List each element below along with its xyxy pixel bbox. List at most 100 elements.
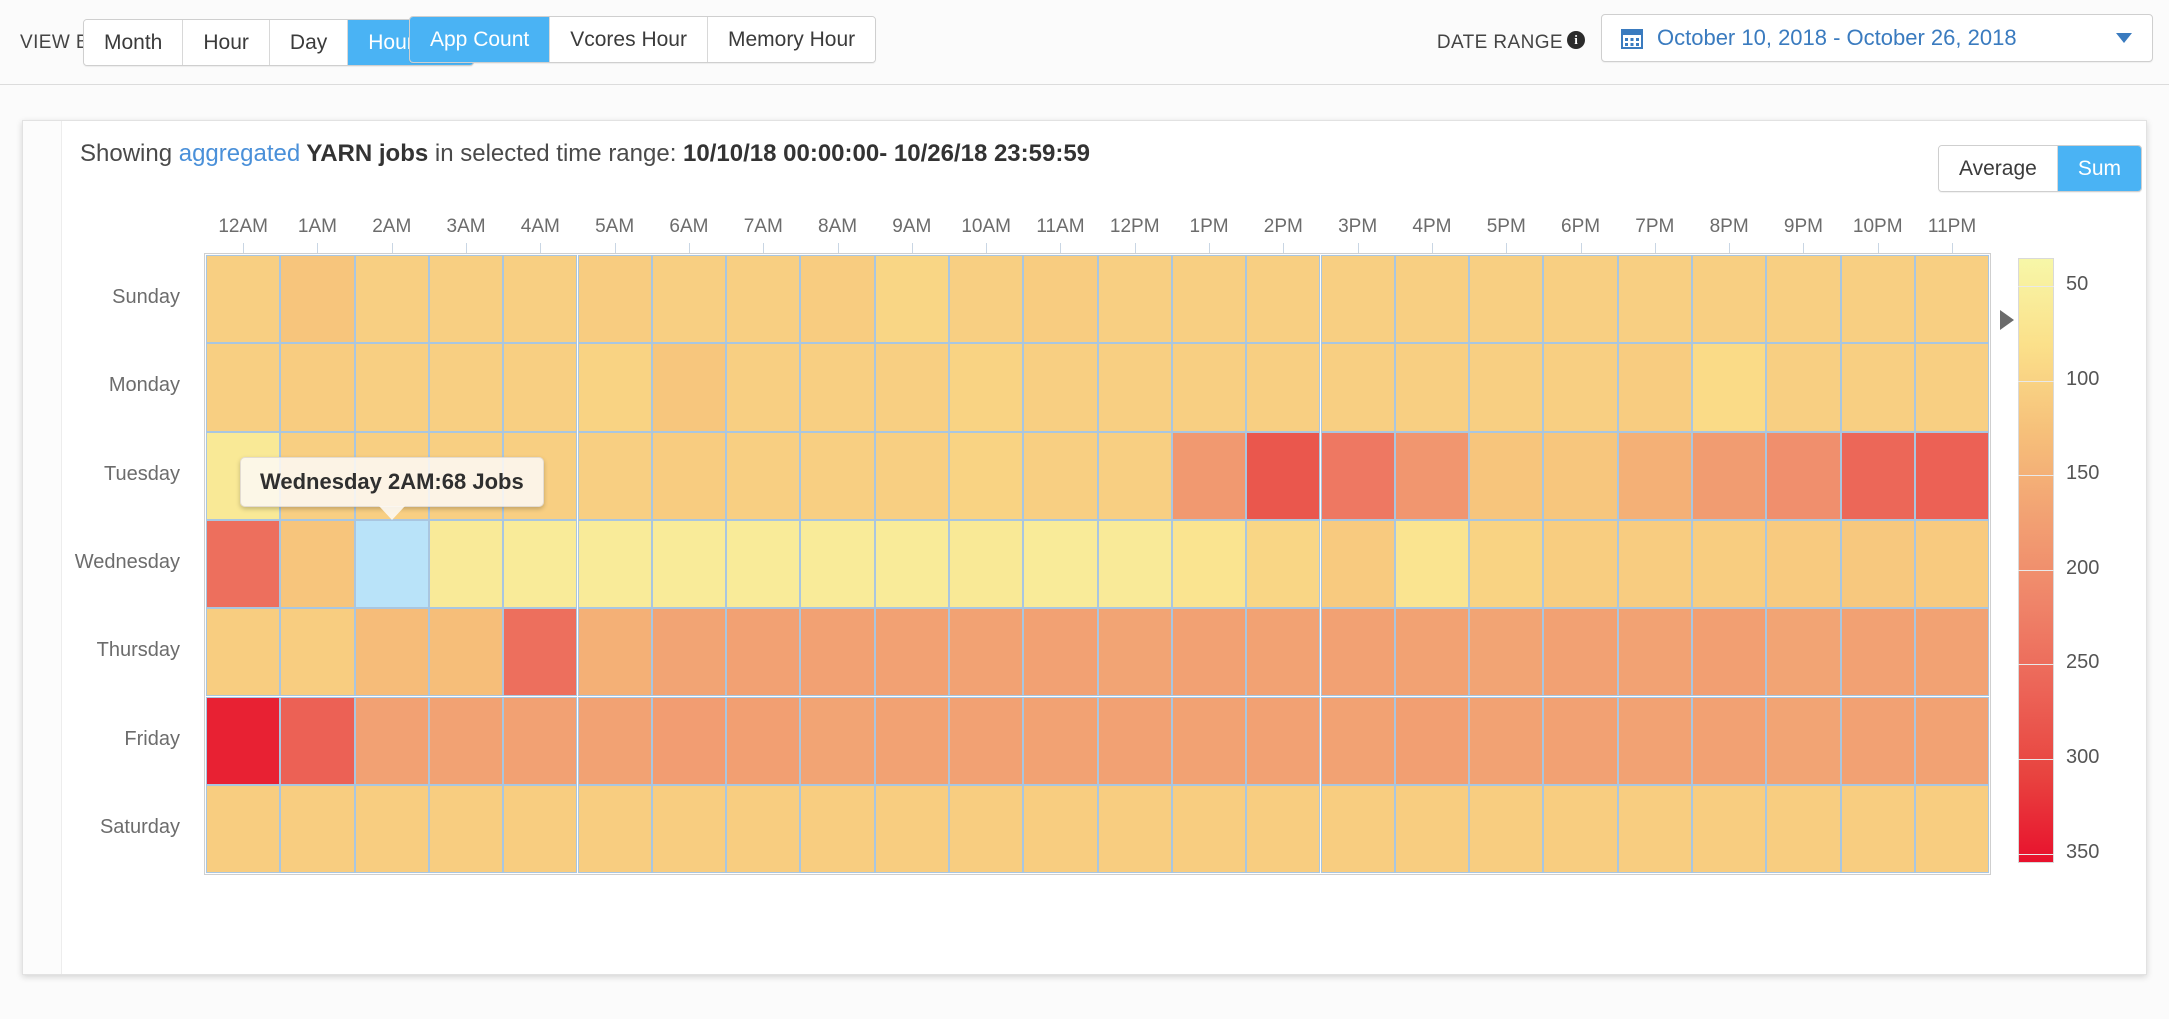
heatmap-cell[interactable] [800,696,875,785]
heatmap-cell[interactable] [1320,431,1395,520]
heatmap-cell[interactable] [1394,608,1470,697]
heatmap-cell[interactable] [1840,784,1915,874]
heatmap-cell[interactable] [1023,784,1098,874]
heatmap-cell[interactable] [1246,343,1321,432]
heatmap-cell[interactable] [206,696,281,785]
heatmap-cell[interactable] [726,431,801,520]
heatmap-cell[interactable] [206,608,281,697]
heatmap-cell[interactable] [1766,431,1841,520]
heatmap-cell[interactable] [1246,608,1321,697]
heatmap-cell[interactable] [1246,696,1321,785]
heatmap-cell[interactable] [651,519,727,609]
heatmap-cell[interactable] [1097,696,1172,785]
heatmap-cell[interactable] [1543,696,1618,785]
heatmap-cell[interactable] [577,431,652,520]
heatmap-cell[interactable] [874,255,949,344]
heatmap-cell[interactable] [1914,343,1990,432]
heatmap-cell[interactable] [949,608,1024,697]
heatmap-cell[interactable] [428,343,504,432]
heatmap-cell[interactable] [800,784,875,874]
heatmap-cell[interactable] [428,255,504,344]
heatmap-cell[interactable] [1469,343,1544,432]
heatmap-cell[interactable] [1543,608,1618,697]
heatmap-cell[interactable] [1543,343,1618,432]
heatmap-cell[interactable] [726,696,801,785]
heatmap-cell[interactable] [1543,431,1618,520]
heatmap-cell[interactable] [1617,343,1692,432]
heatmap-cell[interactable] [1023,696,1098,785]
heatmap-cell[interactable] [949,343,1024,432]
heatmap-cell[interactable] [726,608,801,697]
heatmap-cell[interactable] [1617,519,1692,609]
heatmap-cell[interactable] [1766,696,1841,785]
heatmap-cell[interactable] [1171,519,1247,609]
heatmap-cell[interactable] [577,696,652,785]
heatmap-cell[interactable] [1692,608,1767,697]
heatmap-cell[interactable] [1097,255,1172,344]
heatmap-cell[interactable] [874,696,949,785]
heatmap-cell[interactable] [1023,431,1098,520]
heatmap-cell[interactable] [354,784,429,874]
heatmap-cell[interactable] [1692,255,1767,344]
heatmap-cell[interactable] [1692,696,1767,785]
heatmap-cell[interactable] [1766,519,1841,609]
heatmap-cell[interactable] [1171,696,1247,785]
heatmap-cell[interactable] [1171,255,1247,344]
heatmap-cell[interactable] [1692,519,1767,609]
heatmap-cell[interactable] [800,255,875,344]
heatmap-cell[interactable] [1097,431,1172,520]
heatmap-cell[interactable] [1394,696,1470,785]
heatmap-cell[interactable] [1914,255,1990,344]
heatmap-cell[interactable] [280,255,355,344]
heatmap-cell[interactable] [1469,784,1544,874]
heatmap-cell[interactable] [503,608,578,697]
heatmap-cell[interactable] [1766,343,1841,432]
heatmap-cell[interactable] [651,696,727,785]
heatmap-cell[interactable] [1320,255,1395,344]
heatmap-cell[interactable] [1692,784,1767,874]
heatmap-cell[interactable] [874,343,949,432]
heatmap-cell[interactable] [800,431,875,520]
heatmap-cell[interactable] [874,608,949,697]
heatmap-cell[interactable] [503,343,578,432]
heatmap-cell[interactable] [206,255,281,344]
heatmap-cell[interactable] [800,519,875,609]
heatmap-cell[interactable] [1394,784,1470,874]
heatmap-cell[interactable] [949,431,1024,520]
heatmap-cell[interactable] [280,608,355,697]
heatmap-cell[interactable] [1617,431,1692,520]
heatmap-cell[interactable] [949,519,1024,609]
heatmap-cell[interactable] [280,784,355,874]
heatmap-cell[interactable] [1097,608,1172,697]
heatmap-cell[interactable] [1617,608,1692,697]
heatmap-cell[interactable] [1171,431,1247,520]
heatmap-cell[interactable] [800,343,875,432]
heatmap-cell[interactable] [1692,431,1767,520]
heatmap-cell[interactable] [428,608,504,697]
heatmap-cell[interactable] [1840,519,1915,609]
heatmap-cell[interactable] [1320,696,1395,785]
heatmap-cell[interactable] [1023,608,1098,697]
heatmap-cell[interactable] [1469,519,1544,609]
heatmap-cell[interactable] [577,343,652,432]
heatmap-cell[interactable] [354,343,429,432]
heatmap-cell[interactable] [1543,784,1618,874]
heatmap-cell[interactable] [280,343,355,432]
heatmap-cell[interactable] [651,784,727,874]
heatmap-cell[interactable] [1320,608,1395,697]
heatmap-cell[interactable] [1394,255,1470,344]
heatmap-cell[interactable] [1320,784,1395,874]
heatmap-cell[interactable] [726,255,801,344]
heatmap-cell[interactable] [949,696,1024,785]
heatmap-cell[interactable] [726,519,801,609]
heatmap-cell[interactable] [1692,343,1767,432]
heatmap-cell[interactable] [651,343,727,432]
heatmap-cell[interactable] [577,608,652,697]
heatmap-cell[interactable] [1469,255,1544,344]
heatmap-cell[interactable] [1766,608,1841,697]
heatmap-cell[interactable] [577,784,652,874]
heatmap-cell[interactable] [1469,608,1544,697]
heatmap-cell[interactable] [1097,519,1172,609]
heatmap-cell[interactable] [1469,431,1544,520]
heatmap-cell[interactable] [280,519,355,609]
